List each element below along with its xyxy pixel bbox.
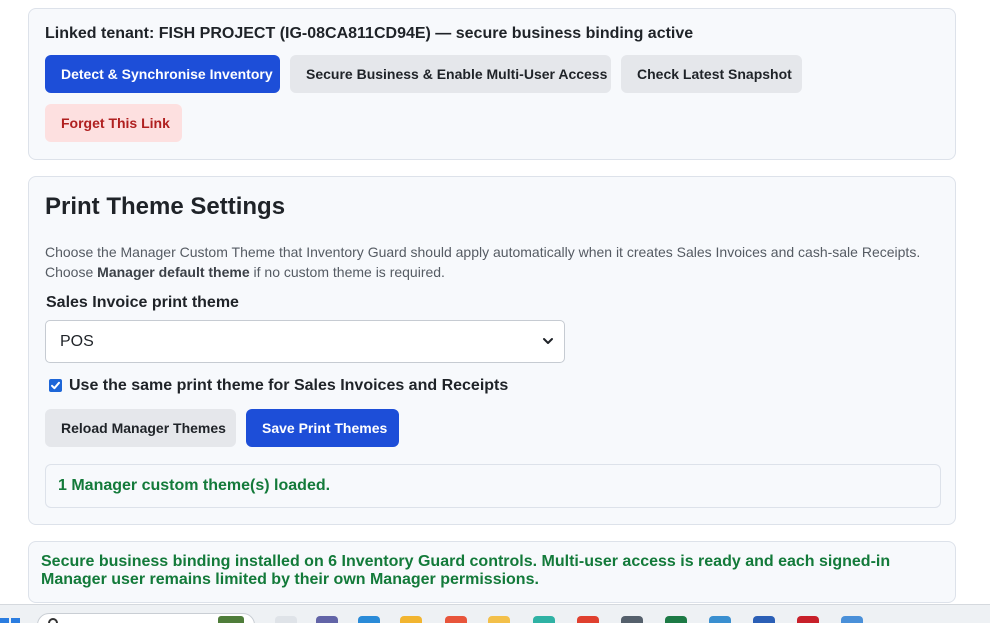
- taskbar-search-box[interactable]: [37, 613, 255, 623]
- reload-themes-button[interactable]: Reload Manager Themes: [45, 409, 236, 447]
- description-default-theme: Manager default theme: [97, 264, 250, 280]
- app-icon[interactable]: [445, 616, 467, 623]
- notepad-icon[interactable]: [841, 616, 863, 623]
- edge-icon[interactable]: [358, 616, 380, 623]
- linked-tenant-title: Linked tenant: FISH PROJECT (IG-08CA811C…: [45, 25, 694, 42]
- app-icon[interactable]: [621, 616, 643, 623]
- same-theme-label[interactable]: Use the same print theme for Sales Invoi…: [69, 377, 508, 395]
- taskbar: [0, 604, 990, 623]
- check-icon: [51, 381, 60, 390]
- forget-link-button[interactable]: Forget This Link: [45, 104, 182, 142]
- app-icon[interactable]: [709, 616, 731, 623]
- windows-start-icon[interactable]: [0, 618, 22, 623]
- sales-invoice-theme-label: Sales Invoice print theme: [46, 294, 239, 311]
- linked-tenant-card: Linked tenant: FISH PROJECT (IG-08CA811C…: [28, 8, 956, 160]
- file-explorer-icon[interactable]: [275, 616, 297, 623]
- detect-synchronise-button[interactable]: Detect & Synchronise Inventory: [45, 55, 280, 93]
- print-theme-title: Print Theme Settings: [45, 193, 286, 220]
- sales-invoice-theme-select[interactable]: POS: [45, 320, 565, 363]
- themes-status-box: 1 Manager custom theme(s) loaded.: [45, 464, 941, 508]
- save-print-themes-button[interactable]: Save Print Themes: [246, 409, 399, 447]
- chrome-icon[interactable]: [533, 616, 555, 623]
- print-theme-card: Print Theme Settings Choose the Manager …: [28, 176, 956, 525]
- search-icon: [48, 618, 58, 623]
- acrobat-icon[interactable]: [797, 616, 819, 623]
- chevron-down-icon: [543, 338, 553, 344]
- check-snapshot-button[interactable]: Check Latest Snapshot: [621, 55, 802, 93]
- binding-notice-text: Secure business binding installed on 6 I…: [41, 553, 891, 588]
- same-theme-checkbox[interactable]: [49, 379, 62, 392]
- description-tail: if no custom theme is required.: [249, 264, 445, 280]
- folder-icon[interactable]: [400, 616, 422, 623]
- teams-icon[interactable]: [316, 616, 338, 623]
- page: Linked tenant: FISH PROJECT (IG-08CA811C…: [0, 0, 990, 623]
- sales-invoice-theme-value: POS: [60, 333, 94, 350]
- app-icon[interactable]: [577, 616, 599, 623]
- app-icon[interactable]: [488, 616, 510, 623]
- themes-status-text: 1 Manager custom theme(s) loaded.: [58, 477, 331, 494]
- description-line-1: Choose the Manager Custom Theme that Inv…: [45, 244, 921, 260]
- secure-business-button[interactable]: Secure Business & Enable Multi-User Acce…: [290, 55, 611, 93]
- binding-notice-card: Secure business binding installed on 6 I…: [28, 541, 956, 603]
- search-highlight-icon: [218, 616, 244, 623]
- word-icon[interactable]: [753, 616, 775, 623]
- excel-icon[interactable]: [665, 616, 687, 623]
- print-theme-description: Choose the Manager Custom Theme that Inv…: [45, 242, 945, 282]
- description-choose: Choose: [45, 264, 98, 280]
